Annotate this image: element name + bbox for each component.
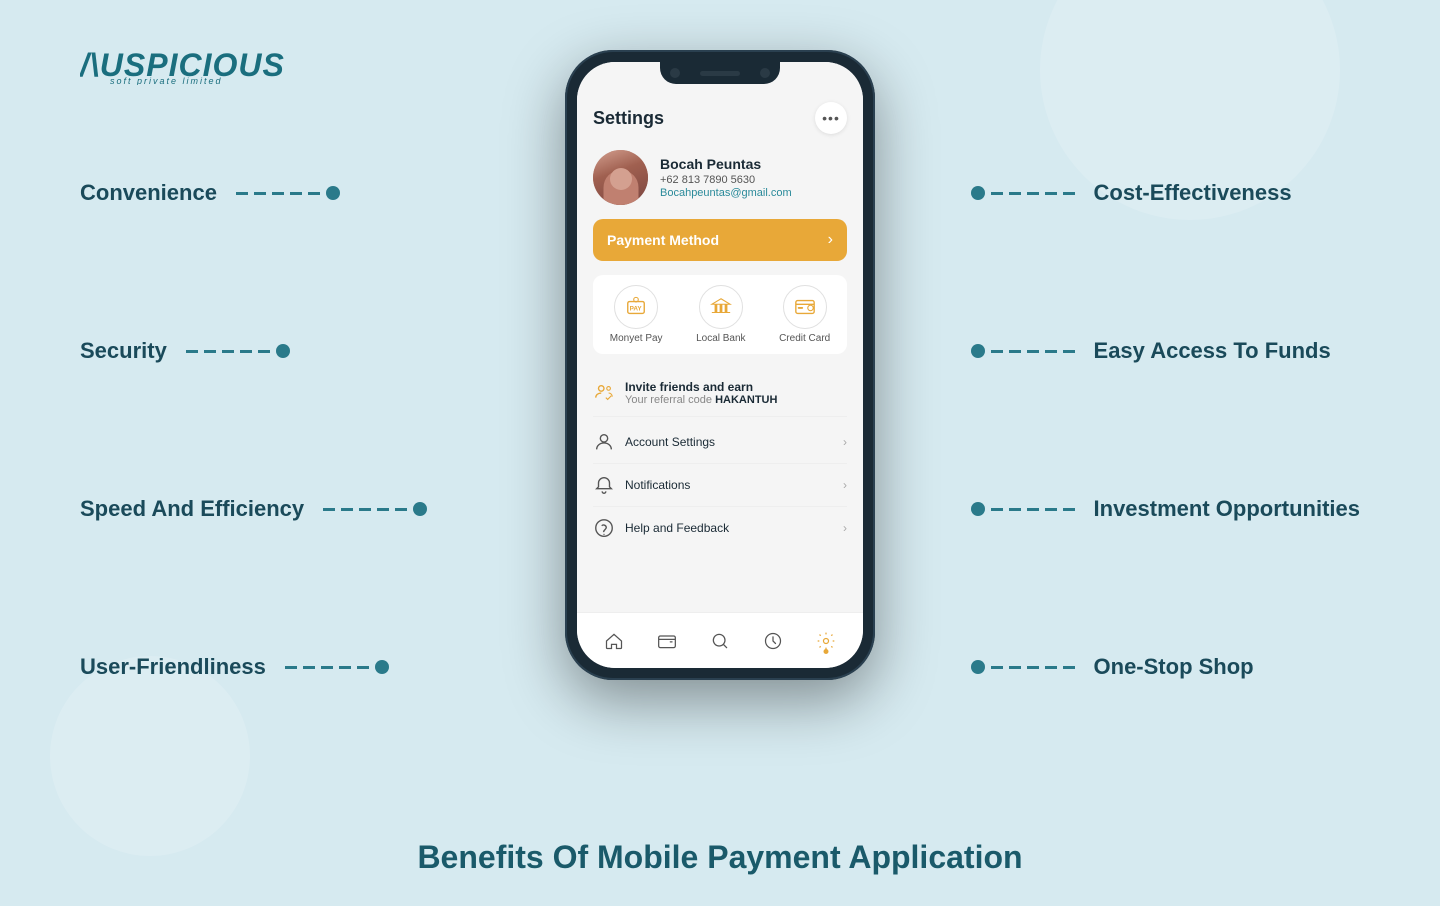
phone-notch (660, 62, 780, 84)
nav-home[interactable] (603, 630, 625, 652)
label-cost: Cost-Effectiveness (971, 180, 1360, 206)
page-title: Benefits Of Mobile Payment Application (417, 839, 1022, 876)
nav-history[interactable] (762, 630, 784, 652)
local-bank-icon-circle (699, 285, 743, 329)
invite-subtitle: Your referral code HAKANTUH (625, 394, 777, 406)
settings-title: Settings (593, 108, 664, 129)
payment-method-arrow: › (828, 231, 833, 249)
profile-name: Bocah Peuntas (660, 156, 792, 172)
credit-card-label: Credit Card (779, 333, 830, 344)
help-icon (593, 517, 615, 539)
screen-content: Settings ••• Bocah Peuntas +62 813 7890 … (577, 62, 863, 612)
wallet-icon (657, 631, 677, 651)
notifications-arrow: › (843, 478, 847, 492)
home-icon (604, 631, 624, 651)
notifications-icon (593, 474, 615, 496)
left-labels: Convenience Security Speed And Efficienc… (80, 180, 427, 680)
phone-screen: Settings ••• Bocah Peuntas +62 813 7890 … (577, 62, 863, 668)
camera-2 (760, 68, 770, 78)
credit-card-icon (794, 296, 816, 318)
svg-text:PAY: PAY (630, 306, 643, 313)
label-friendliness: User-Friendliness (80, 654, 427, 680)
profile-section: Bocah Peuntas +62 813 7890 5630 Bocahpeu… (593, 150, 847, 205)
avatar (593, 150, 648, 205)
payment-method-banner[interactable]: Payment Method › (593, 219, 847, 261)
history-icon (763, 631, 783, 651)
nav-search[interactable] (709, 630, 731, 652)
credit-card-icon-circle (783, 285, 827, 329)
settings-active-dot (824, 649, 829, 654)
nav-settings[interactable] (815, 630, 837, 652)
local-bank-label: Local Bank (696, 333, 745, 344)
avatar-image (593, 150, 648, 205)
local-bank-icon (710, 296, 732, 318)
search-icon (710, 631, 730, 651)
settings-header: Settings ••• (593, 102, 847, 134)
camera (670, 68, 680, 78)
profile-info: Bocah Peuntas +62 813 7890 5630 Bocahpeu… (660, 156, 792, 199)
label-speed: Speed And Efficiency (80, 496, 427, 522)
profile-phone: +62 813 7890 5630 (660, 174, 792, 186)
more-options-button[interactable]: ••• (815, 102, 847, 134)
label-shop: One-Stop Shop (971, 654, 1360, 680)
monyet-pay-label: Monyet Pay (610, 333, 663, 344)
svg-text:soft private limited: soft private limited (110, 76, 223, 85)
menu-item-notifications[interactable]: Notifications › (593, 464, 847, 507)
invite-text: Invite friends and earn Your referral co… (625, 380, 777, 406)
menu-item-account[interactable]: Account Settings › (593, 421, 847, 464)
invite-icon (593, 382, 615, 404)
settings-icon (816, 631, 836, 651)
label-investment: Investment Opportunities (971, 496, 1360, 522)
help-label: Help and Feedback (625, 521, 843, 535)
invite-code: HAKANTUH (715, 394, 777, 406)
speaker (700, 71, 740, 76)
logo-brand: /\USPICIOUS soft private limited (80, 40, 300, 92)
label-access: Easy Access To Funds (971, 338, 1360, 364)
payment-method-label: Payment Method (607, 232, 719, 248)
monyet-pay-icon-circle: PAY (614, 285, 658, 329)
phone-mockup: Settings ••• Bocah Peuntas +62 813 7890 … (565, 50, 875, 680)
nav-wallet[interactable] (656, 630, 678, 652)
invite-title: Invite friends and earn (625, 380, 777, 394)
menu-item-help[interactable]: Help and Feedback › (593, 507, 847, 549)
account-settings-label: Account Settings (625, 435, 843, 449)
payment-icon-credit[interactable]: Credit Card (779, 285, 830, 344)
profile-email: Bocahpeuntas@gmail.com (660, 187, 792, 199)
payment-icons-row: PAY Monyet Pay (593, 275, 847, 354)
bottom-nav (577, 612, 863, 668)
notifications-label: Notifications (625, 478, 843, 492)
logo: /\USPICIOUS soft private limited (80, 40, 300, 92)
label-security: Security (80, 338, 427, 364)
payment-icon-bank[interactable]: Local Bank (696, 285, 745, 344)
phone-outer: Settings ••• Bocah Peuntas +62 813 7890 … (565, 50, 875, 680)
account-settings-arrow: › (843, 435, 847, 449)
help-arrow: › (843, 521, 847, 535)
label-convenience: Convenience (80, 180, 427, 206)
three-dots-icon: ••• (822, 110, 840, 126)
payment-icon-monyet[interactable]: PAY Monyet Pay (610, 285, 663, 344)
bg-decoration-2 (50, 656, 250, 856)
invite-section: Invite friends and earn Your referral co… (593, 370, 847, 417)
right-labels: Cost-Effectiveness Easy Access To Funds … (971, 180, 1360, 680)
monyet-pay-icon: PAY (625, 296, 647, 318)
account-settings-icon (593, 431, 615, 453)
